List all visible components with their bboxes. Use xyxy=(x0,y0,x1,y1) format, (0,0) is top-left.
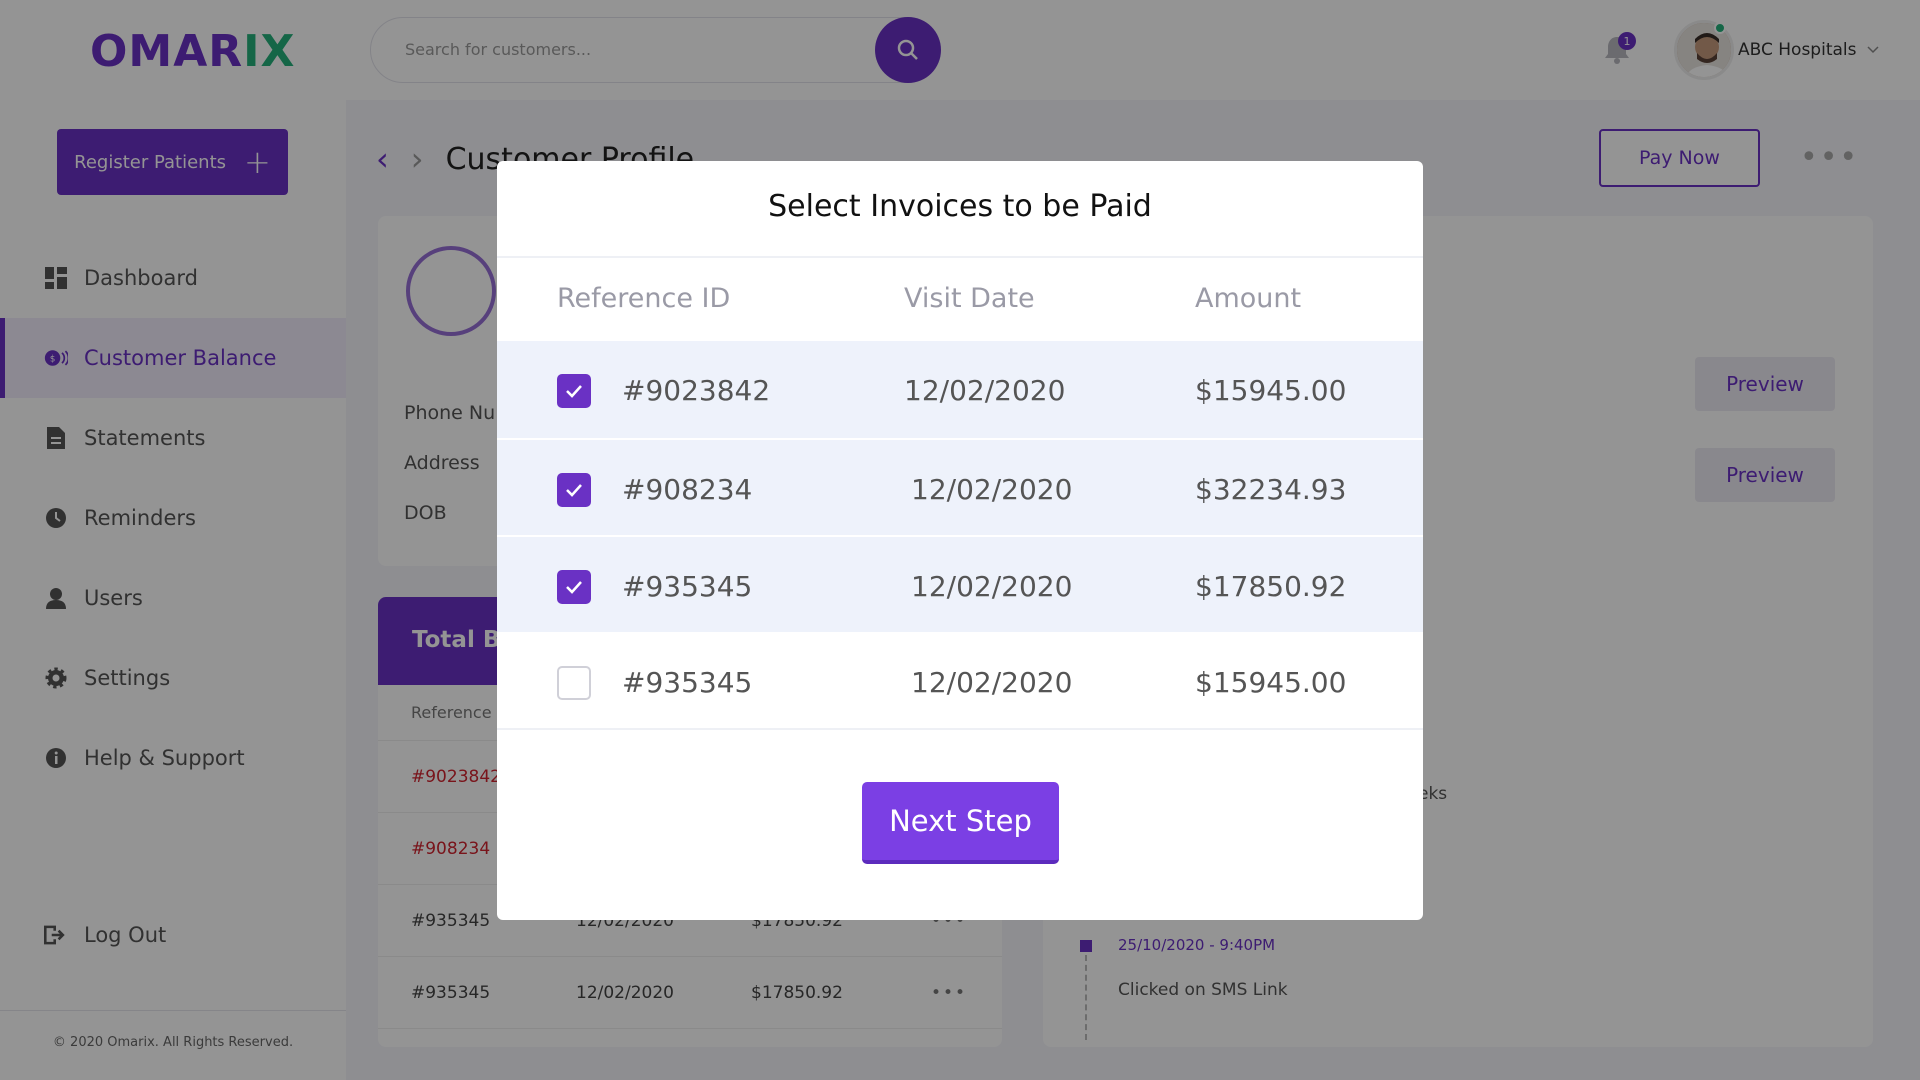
invoice-checkbox[interactable] xyxy=(557,374,591,408)
invoice-row[interactable]: #9023842 12/02/2020 $15945.00 xyxy=(497,341,1423,438)
invoice-checkbox[interactable] xyxy=(557,666,591,700)
column-header-amount: Amount xyxy=(1195,283,1302,314)
select-invoices-modal: Select Invoices to be Paid Reference ID … xyxy=(497,161,1423,920)
invoice-ref: #908234 xyxy=(622,473,753,506)
invoice-amount: $15945.00 xyxy=(1195,374,1347,407)
checkmark-icon xyxy=(566,484,582,497)
invoice-row[interactable]: #935345 12/02/2020 $17850.92 xyxy=(497,535,1423,632)
invoice-amount: $15945.00 xyxy=(1195,666,1347,699)
invoice-amount: $32234.93 xyxy=(1195,473,1347,506)
column-header-reference: Reference ID xyxy=(557,283,731,314)
invoice-checkbox[interactable] xyxy=(557,570,591,604)
invoice-amount: $17850.92 xyxy=(1195,570,1347,603)
invoice-ref: #935345 xyxy=(622,666,753,699)
modal-title: Select Invoices to be Paid xyxy=(768,189,1152,224)
invoice-date: 12/02/2020 xyxy=(911,570,1073,603)
invoice-date: 12/02/2020 xyxy=(904,374,1066,407)
invoice-row[interactable]: #908234 12/02/2020 $32234.93 xyxy=(497,438,1423,535)
invoice-ref: #935345 xyxy=(622,570,753,603)
modal-divider xyxy=(497,256,1423,258)
invoice-date: 12/02/2020 xyxy=(911,473,1073,506)
invoice-ref: #9023842 xyxy=(622,374,771,407)
checkmark-icon xyxy=(566,385,582,398)
checkmark-icon xyxy=(566,581,582,594)
next-step-button[interactable]: Next Step xyxy=(862,782,1059,864)
invoice-date: 12/02/2020 xyxy=(911,666,1073,699)
column-header-visit-date: Visit Date xyxy=(904,283,1035,314)
invoice-checkbox[interactable] xyxy=(557,473,591,507)
invoice-row[interactable]: #935345 12/02/2020 $15945.00 xyxy=(497,633,1423,730)
